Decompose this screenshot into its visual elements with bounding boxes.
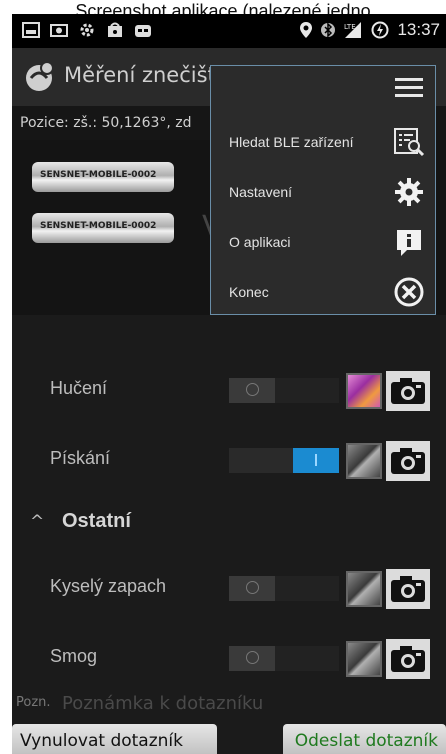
image-notification-icon [22,22,40,38]
whistle-toggle[interactable] [229,448,339,473]
cyanogen-notification-icon [135,25,151,37]
phone-screen: LTE 13:37 Měření znečišt Pozice: zš.: 50… [12,14,446,754]
camera-icon[interactable] [386,639,430,679]
item-label: Kyselý zapach [50,576,167,596]
close-circle-icon [394,277,424,307]
send-questionnaire-button[interactable]: Odeslat dotazník [283,724,446,754]
menu-item-label: Hledat BLE zařízení [229,134,354,150]
menu-item-label: O aplikaci [229,234,291,250]
camera-icon[interactable] [386,371,430,411]
photo-thumbnail[interactable] [346,641,382,677]
store-notification-icon [108,22,122,37]
menu-item-settings[interactable]: Nastavení [211,168,435,218]
menu-item-exit[interactable]: Konec [211,268,435,318]
photo-thumbnail[interactable] [346,373,382,409]
status-bar: LTE 13:37 [12,14,446,48]
list-item: Hučení [12,361,446,419]
section-header-other[interactable]: ^ Ostatní [12,495,446,553]
item-label: Hučení [50,378,108,398]
note-input[interactable] [62,690,442,716]
acid-smell-toggle[interactable] [229,576,339,601]
signal-icon: LTE [344,22,362,38]
item-label: Smog [50,646,98,666]
menu-item-label: Konec [229,284,269,300]
info-icon [397,230,421,256]
gear-icon [395,178,423,206]
settings-notification-icon [80,23,94,37]
menu-icon[interactable] [395,78,423,98]
list-item: Smog [12,629,446,687]
menu-item-label: Nastavení [229,184,293,200]
app-title: Měření znečišt [64,63,216,87]
device-name: SENSNET-MOBILE-0002 [40,221,157,231]
camera-icon[interactable] [386,569,430,609]
list-item: Pískání [12,431,446,489]
photo-thumbnail[interactable] [346,443,382,479]
section-title: Ostatní [62,510,131,532]
hum-toggle[interactable] [229,378,339,403]
note-label: Pozn. [16,695,51,710]
device-name: SENSNET-MOBILE-0002 [40,170,157,180]
app-logo-icon [26,61,54,91]
collapse-arrow-icon: ^ [30,512,45,532]
location-icon [300,22,313,38]
toggle-knob [293,448,339,473]
smog-toggle[interactable] [229,646,339,671]
photo-thumbnail[interactable] [346,571,382,607]
reset-questionnaire-button[interactable]: Vynulovat dotazník [12,724,217,754]
ble-search-icon [394,128,425,157]
list-item: Kyselý zapach [12,559,446,617]
note-row: Pozn. [12,686,446,722]
camera-icon[interactable] [386,441,430,481]
toggle-knob [229,646,275,671]
photo-notification-icon [50,24,68,37]
toggle-knob [229,378,275,403]
ble-device-card[interactable]: SENSNET-MOBILE-0002 [32,162,174,192]
questionnaire-list[interactable]: Hučení Pískání ^ Ostatní Kyselý zapach S… [12,315,446,695]
overflow-menu: Hledat BLE zařízení Nastavení O aplikaci… [210,65,436,315]
bluetooth-icon [321,22,336,38]
network-type-label: LTE [344,23,356,31]
item-label: Pískání [50,448,111,468]
battery-icon [371,21,389,39]
toggle-knob [229,576,275,601]
ble-device-card[interactable]: SENSNET-MOBILE-0002 [32,213,174,243]
status-time: 13:37 [397,20,440,39]
menu-item-about[interactable]: O aplikaci [211,218,435,268]
menu-item-ble-search[interactable]: Hledat BLE zařízení [211,118,435,168]
